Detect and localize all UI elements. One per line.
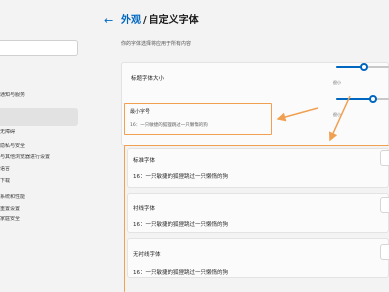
slider-thumb[interactable] — [360, 63, 368, 71]
sans-font-sample: 16：一只敏捷的狐狸跳过一只懒惰的狗 — [133, 270, 228, 276]
search-settings-input[interactable] — [0, 40, 78, 56]
sidebar-item-import[interactable]: 与其他浏览器进行设置 — [0, 154, 78, 161]
sidebar-item-accessibility[interactable]: 无障碍 — [0, 129, 78, 136]
breadcrumb-parent-link[interactable]: 外观 — [121, 15, 141, 26]
standard-font-select[interactable] — [380, 150, 389, 166]
sidebar-item-system[interactable]: 系统和性能 — [0, 194, 78, 201]
serif-font-sample: 16：一只敏捷的狐狸跳过一只懒惰的狗 — [133, 222, 228, 228]
heading-size-label: 标题字体大小 — [131, 76, 165, 82]
sidebar-item-family[interactable]: 家庭安全 — [0, 216, 78, 223]
standard-font-card — [127, 148, 389, 188]
sans-font-select[interactable] — [380, 244, 389, 260]
min-size-sample: 16：一只敏捷的狐狸跳过一只懒惰的狗 — [130, 123, 208, 128]
min-size-title: 最小字号 — [130, 109, 151, 115]
serif-font-select[interactable] — [380, 197, 389, 213]
breadcrumb: 外观 / 自定义字体 — [121, 15, 199, 26]
sidebar-item-appearance[interactable] — [0, 108, 78, 126]
back-arrow-icon[interactable]: ← — [104, 14, 116, 28]
standard-font-sample: 16：一只敏捷的狐狸跳过一只懒惰的狗 — [133, 174, 228, 180]
serif-font-title: 衬线字体 — [133, 206, 156, 212]
sidebar-item-language[interactable]: 语言 — [0, 166, 78, 173]
sidebar-item-downloads[interactable]: 下载 — [0, 178, 78, 185]
standard-font-title: 标准字体 — [133, 158, 156, 164]
slider-min-label: 很小 — [333, 112, 341, 117]
slider-min-label: 很小 — [333, 80, 341, 85]
heading-size-slider[interactable] — [336, 58, 389, 76]
page-subtitle: 你的字体选择将应用于所有内容 — [121, 41, 192, 47]
sidebar-item-reset[interactable]: 重置设置 — [0, 206, 78, 213]
page-title: 自定义字体 — [148, 15, 199, 26]
slider-thumb[interactable] — [369, 95, 377, 103]
sans-font-title: 无衬线字体 — [133, 252, 161, 258]
sidebar-item-privacy[interactable]: 隐私与安全 — [0, 143, 78, 150]
min-size-slider[interactable] — [336, 90, 389, 108]
sidebar-item-notifications[interactable]: 通知与服务 — [0, 92, 78, 99]
settings-sidebar: 通知与服务 无障碍 隐私与安全 与其他浏览器进行设置 语言 下载 系统和性能 重… — [0, 0, 84, 292]
